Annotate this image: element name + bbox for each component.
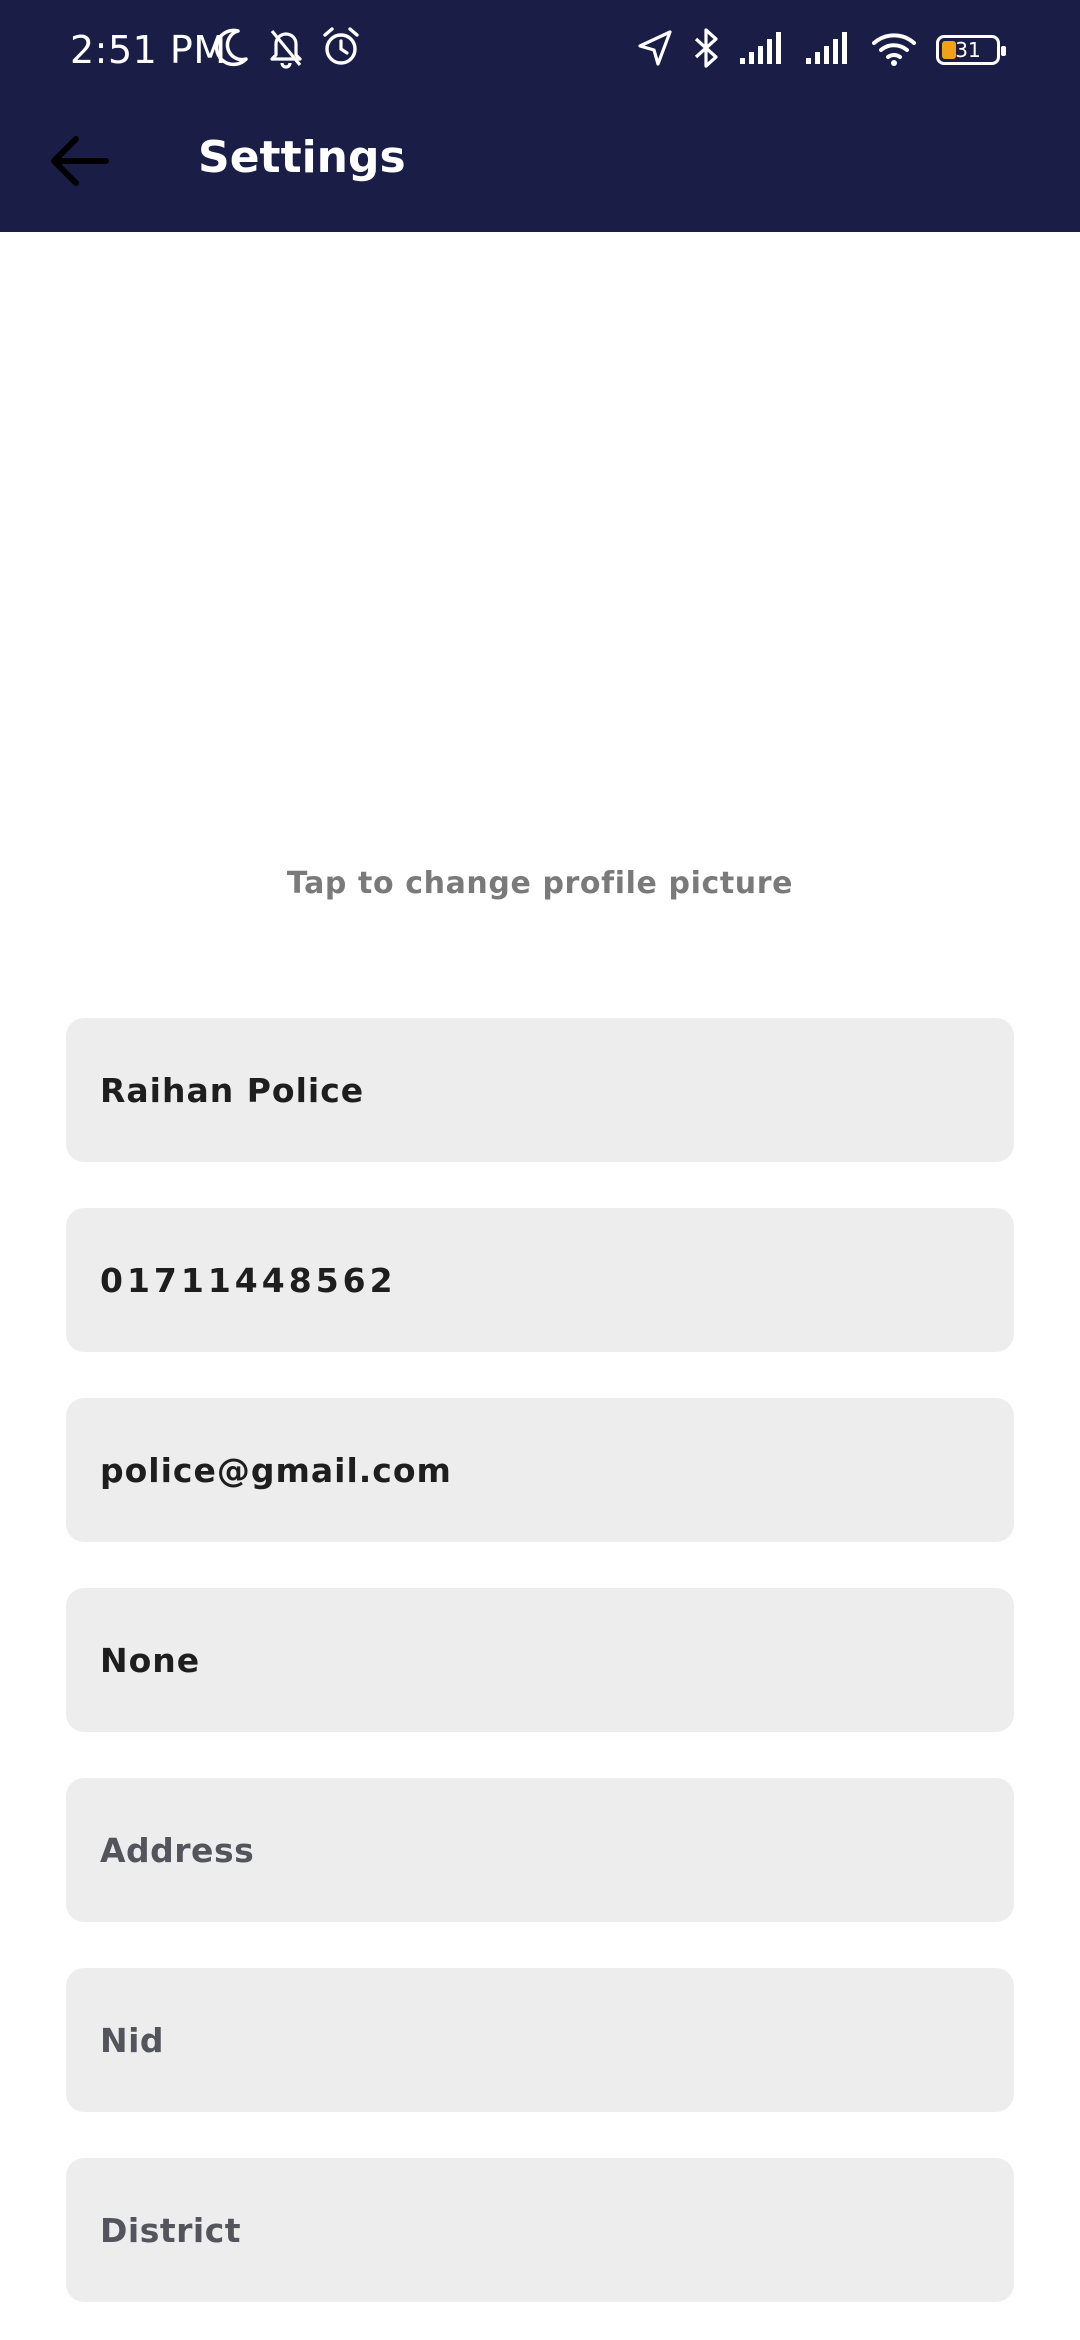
phone-field[interactable]: 01711448562 [66,1208,1014,1352]
profile-picture-hint[interactable]: Tap to change profile picture [0,864,1080,904]
back-button[interactable] [34,118,124,208]
top-bar: 2:51 PM 31 Settings [0,0,1080,232]
other-field[interactable]: None [66,1588,1014,1732]
status-time: 2:51 PM [70,28,227,72]
district-field[interactable]: District [66,2158,1014,2302]
battery-icon: 31 [936,35,1006,65]
profile-picture[interactable] [0,232,1080,832]
location-arrow-icon [636,28,674,72]
battery-level: 31 [955,38,981,62]
page-title: Settings [198,132,406,183]
app-bar: Settings [0,100,1080,232]
moon-icon [212,25,252,73]
signal-icon [738,30,786,70]
alarm-icon [320,25,362,73]
email-field[interactable]: police@gmail.com [66,1398,1014,1542]
address-field[interactable]: Address [66,1778,1014,1922]
status-left-icons [212,26,362,72]
signal-icon [804,30,852,70]
name-field[interactable]: Raihan Police [66,1018,1014,1162]
bluetooth-icon [692,27,720,73]
nid-field[interactable]: Nid [66,1968,1014,2112]
arrow-left-icon [46,133,112,193]
wifi-icon [870,29,918,71]
status-bar: 2:51 PM 31 [0,0,1080,100]
bell-off-icon [266,25,306,73]
status-right-icons: 31 [636,24,1006,76]
